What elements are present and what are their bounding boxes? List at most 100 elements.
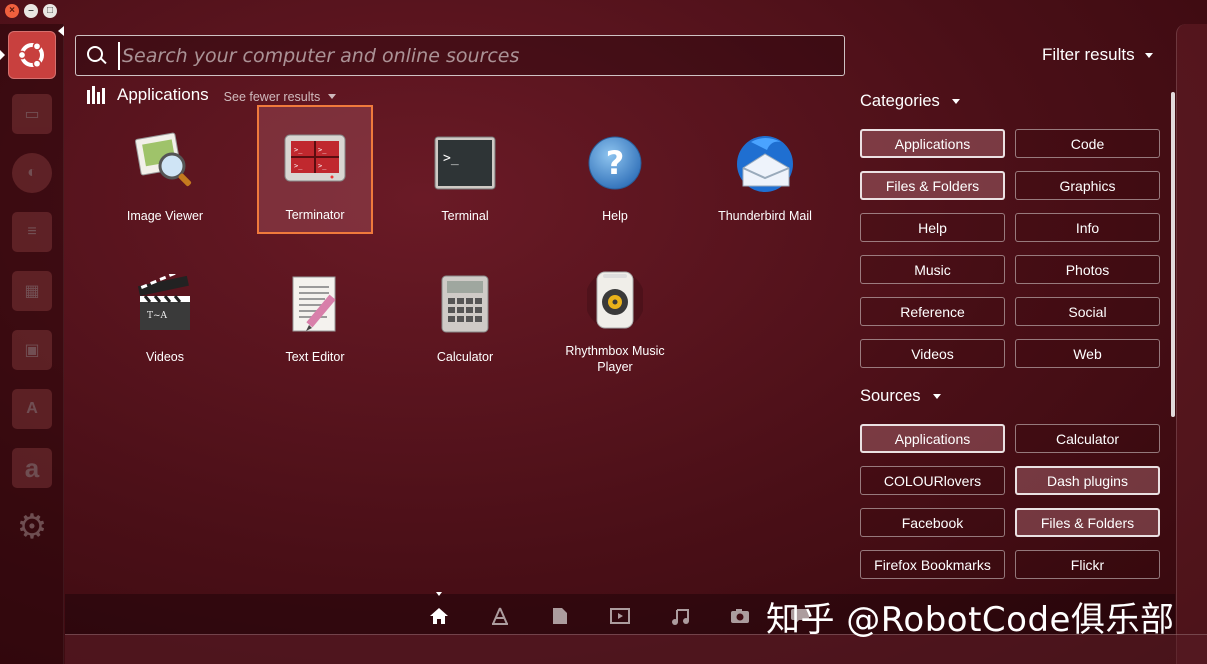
app-tile[interactable]: ? Help	[545, 110, 685, 234]
calc-icon: ▦	[12, 271, 52, 311]
photo-lens-icon[interactable]	[730, 606, 750, 626]
settings-icon: ⚙	[16, 508, 48, 546]
categories-title: Categories	[860, 92, 940, 110]
ubuntu-logo-icon	[17, 41, 44, 69]
rhythmbox-icon	[580, 269, 650, 333]
launcher-file-manager[interactable]: ▭	[8, 90, 56, 138]
filter-results-label: Filter results	[1042, 45, 1135, 64]
filter-source-files-folders[interactable]: Files & Folders	[1015, 508, 1160, 537]
filter-source-flickr[interactable]: Flickr	[1015, 550, 1160, 579]
search-input[interactable]	[118, 41, 844, 70]
svg-text:?: ?	[606, 144, 625, 182]
dash-home-button[interactable]	[8, 31, 56, 79]
app-label: Rhythmbox Music Player	[565, 344, 665, 374]
filter-source-dash-plugins[interactable]: Dash plugins	[1015, 466, 1160, 495]
app-tile[interactable]: Image Viewer	[95, 110, 235, 234]
chevron-down-icon	[932, 394, 941, 399]
close-window-button[interactable]: ×	[5, 4, 19, 18]
app-tile[interactable]: T~A Videos	[95, 251, 235, 375]
launcher-active-pip	[0, 50, 5, 60]
see-fewer-label: See fewer results	[223, 89, 321, 104]
svg-text:>_: >_	[318, 162, 327, 170]
filter-source-firefox-bookmarks[interactable]: Firefox Bookmarks	[860, 550, 1005, 579]
app-tile[interactable]: Text Editor	[245, 251, 385, 375]
filter-category-videos[interactable]: Videos	[860, 339, 1005, 368]
app-tile[interactable]: Thunderbird Mail	[695, 110, 835, 234]
app-label: Calculator	[436, 350, 494, 364]
svg-text:T~A: T~A	[147, 311, 168, 321]
terminator-icon: >_ >_ >_ >_	[280, 125, 350, 195]
videos-icon: T~A	[130, 269, 200, 339]
app-label: Help	[602, 209, 628, 223]
app-tile[interactable]: >_ Terminal	[395, 110, 535, 234]
launcher-writer[interactable]: ≡	[8, 208, 56, 256]
app-tile-selected[interactable]: >_ >_ >_ >_ Terminator	[257, 105, 373, 234]
filter-category-info[interactable]: Info	[1015, 213, 1160, 242]
launcher: ▭ ◐ ≡ ▦ ▣ A a ⚙	[0, 24, 64, 664]
text-editor-icon	[280, 269, 350, 339]
launcher-selection-arrow	[58, 26, 64, 36]
filter-category-reference[interactable]: Reference	[860, 297, 1005, 326]
app-label: Thunderbird Mail	[718, 209, 812, 223]
sources-header[interactable]: Sources	[860, 387, 941, 406]
filter-category-graphics[interactable]: Graphics	[1015, 171, 1160, 200]
software-center-icon: A	[12, 389, 52, 429]
filter-category-code[interactable]: Code	[1015, 129, 1160, 158]
calculator-icon	[430, 269, 500, 339]
svg-text:>_: >_	[443, 151, 459, 166]
launcher-amazon[interactable]: a	[8, 444, 56, 492]
lens-active-pip	[436, 592, 442, 596]
category-title: Applications	[117, 85, 209, 104]
dash-right-edge	[1176, 24, 1207, 664]
launcher-settings[interactable]: ⚙	[8, 503, 56, 551]
app-label: Terminal	[441, 209, 489, 223]
launcher-calc[interactable]: ▦	[8, 267, 56, 315]
maximize-window-button[interactable]: □	[43, 4, 57, 18]
app-tile[interactable]: Calculator	[395, 251, 535, 375]
window-controls: × – □	[5, 4, 57, 18]
filter-category-help[interactable]: Help	[860, 213, 1005, 242]
impress-icon: ▣	[12, 330, 52, 370]
launcher-software-center[interactable]: A	[8, 385, 56, 433]
video-lens-icon[interactable]	[610, 606, 630, 626]
music-lens-icon[interactable]	[670, 606, 690, 626]
filter-source-facebook[interactable]: Facebook	[860, 508, 1005, 537]
filter-category-photos[interactable]: Photos	[1015, 255, 1160, 284]
filter-panel-scrollbar[interactable]	[1171, 92, 1175, 417]
terminal-icon: >_	[430, 128, 500, 198]
chevron-down-icon	[1144, 52, 1153, 58]
search-bar	[75, 35, 845, 76]
filter-category-web[interactable]: Web	[1015, 339, 1160, 368]
applications-category-icon	[87, 86, 105, 104]
file-manager-icon: ▭	[12, 94, 52, 134]
see-fewer-results-button[interactable]: See fewer results	[224, 90, 337, 104]
app-label: Text Editor	[285, 350, 345, 364]
filter-results-toggle[interactable]: Filter results	[1042, 45, 1153, 65]
home-lens-icon[interactable]	[429, 606, 449, 626]
writer-icon: ≡	[12, 212, 52, 252]
applications-category-header: Applications See fewer results	[87, 85, 337, 105]
firefox-icon: ◐	[12, 153, 52, 193]
filter-category-music[interactable]: Music	[860, 255, 1005, 284]
filter-source-calculator[interactable]: Calculator	[1015, 424, 1160, 453]
amazon-icon: a	[12, 448, 52, 488]
filter-category-social[interactable]: Social	[1015, 297, 1160, 326]
applications-lens-icon[interactable]	[490, 606, 510, 626]
launcher-impress[interactable]: ▣	[8, 326, 56, 374]
thunderbird-icon	[730, 128, 800, 198]
categories-header[interactable]: Categories	[860, 92, 960, 111]
minimize-window-button[interactable]: –	[24, 4, 38, 18]
search-icon	[86, 45, 108, 67]
launcher-firefox[interactable]: ◐	[8, 149, 56, 197]
filter-source-applications[interactable]: Applications	[860, 424, 1005, 453]
files-lens-icon[interactable]	[550, 606, 570, 626]
image-viewer-icon	[130, 128, 200, 198]
watermark: 知乎 @RobotCode俱乐部	[766, 600, 1175, 640]
svg-text:>_: >_	[294, 146, 303, 154]
filter-category-applications[interactable]: Applications	[860, 129, 1005, 158]
svg-text:>_: >_	[318, 146, 327, 154]
filter-category-files-folders[interactable]: Files & Folders	[860, 171, 1005, 200]
help-icon: ?	[580, 128, 650, 198]
app-tile[interactable]: Rhythmbox Music Player	[545, 251, 685, 375]
filter-source-colourlovers[interactable]: COLOURlovers	[860, 466, 1005, 495]
